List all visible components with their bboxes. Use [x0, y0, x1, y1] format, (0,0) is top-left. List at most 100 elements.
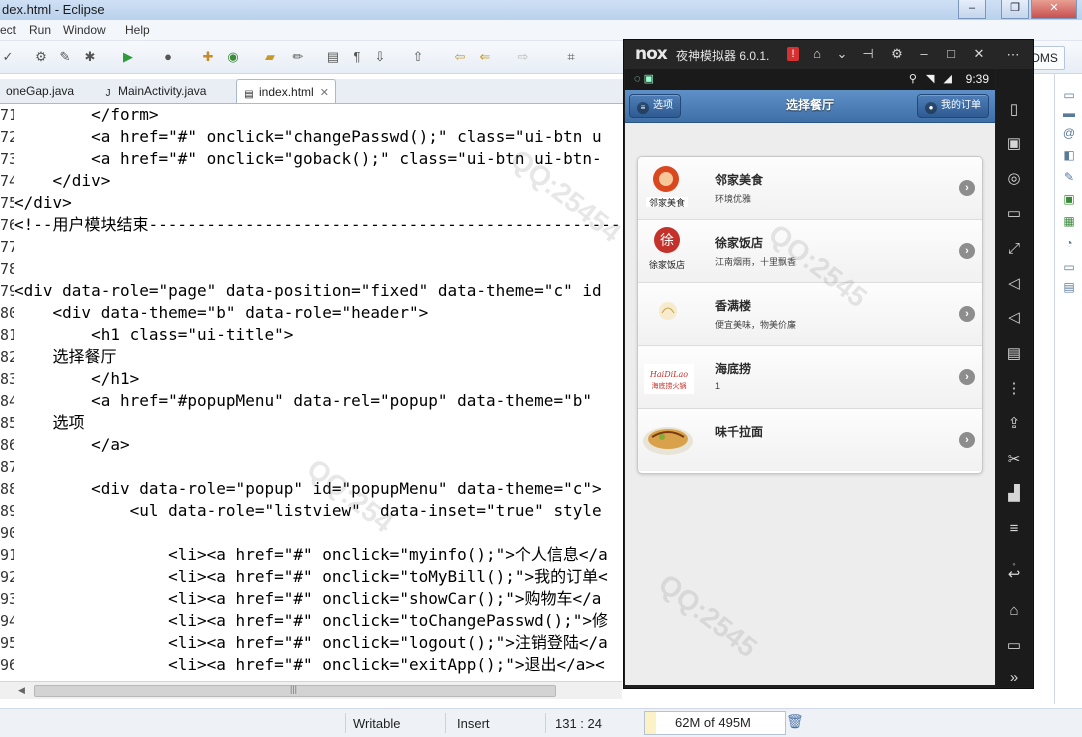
scroll-left-icon[interactable]: ◀ — [18, 685, 25, 696]
garbage-collect-icon[interactable]: 🗑 — [786, 713, 804, 731]
outline-icon[interactable]: ◔ — [1061, 235, 1077, 251]
declaration-icon[interactable]: ✎ — [1061, 169, 1077, 185]
code-text: <li><a href="#" onclick="toChangePasswd(… — [14, 611, 608, 630]
tab-index-html[interactable]: ▤ index.html ✕ — [236, 79, 336, 103]
nox-title: 夜神模拟器 6.0.1. — [676, 49, 770, 63]
code-text: </div> — [14, 193, 72, 212]
close-button[interactable]: ✕ — [1031, 0, 1077, 19]
restaurant-description: 1 — [715, 381, 721, 391]
location-icon[interactable]: ◎ — [1005, 170, 1023, 188]
code-text: <a href="#" onclick="changePasswd();" cl… — [14, 127, 602, 146]
android-screen: ◌ ▣ ⚲ ◥ ◢ 9:39 选择餐厅 ≡ 选项 ● 我的订单 邻家美食 邻家美食 环境… — [625, 69, 995, 685]
menu-project[interactable]: ect — [0, 23, 16, 37]
code-text: <h1 class="ui-title"> — [14, 325, 294, 344]
debug-icon[interactable]: ✱ — [82, 49, 98, 65]
check-icon[interactable]: ✓ — [0, 49, 16, 65]
svg-text:邻家美食: 邻家美食 — [649, 197, 685, 209]
menu-run[interactable]: Run — [29, 23, 51, 37]
gear-icon[interactable]: ⚙ — [888, 45, 906, 63]
horizontal-scrollbar[interactable]: ◀ ||| — [0, 681, 622, 699]
javadoc-icon[interactable]: ◧ — [1061, 147, 1077, 163]
forward-icon[interactable]: ⇨ — [515, 49, 531, 65]
wrench-icon[interactable]: ✎ — [57, 49, 73, 65]
home-icon[interactable]: ⌂ — [1005, 602, 1023, 620]
restaurant-item[interactable]: 徐徐家饭店 徐家饭店 江南烟雨，十里飘香 › — [638, 219, 982, 282]
restaurant-item[interactable]: 味千拉面 › — [638, 408, 982, 471]
volume-down-icon[interactable]: ◁ — [1005, 309, 1023, 327]
restaurant-description: 江南烟雨，十里飘香 — [715, 257, 797, 267]
app-header: 选择餐厅 ≡ 选项 ● 我的订单 — [625, 90, 995, 123]
open-folder-icon[interactable]: ▰ — [262, 49, 278, 65]
progress-icon[interactable]: ▦ — [1061, 213, 1077, 229]
phone-rotate-icon[interactable]: ▯ — [1005, 101, 1023, 119]
prev-annotation-icon[interactable]: ⇧ — [410, 49, 426, 65]
restore-button[interactable]: ❐ — [1001, 0, 1029, 19]
expand-icon[interactable]: » — [1005, 669, 1023, 687]
record-icon[interactable]: ⋮ — [1005, 380, 1023, 398]
pin-icon[interactable]: ⌗ — [563, 49, 579, 65]
restaurant-item[interactable]: 邻家美食 邻家美食 环境优雅 › — [638, 157, 982, 219]
new-class-icon[interactable]: ◉ — [225, 49, 241, 65]
code-text: <li><a href="#" onclick="showCar();">购物车… — [14, 589, 602, 608]
status-separator — [345, 713, 346, 733]
back-icon[interactable]: ↩ — [1005, 566, 1023, 584]
maximize-icon[interactable]: □ — [942, 45, 960, 63]
tasks-icon[interactable]: ▤ — [1061, 279, 1077, 295]
code-text: <li><a href="#" onclick="logout();">注销登陆… — [14, 633, 608, 652]
console-icon[interactable]: ▣ — [1061, 191, 1077, 207]
recent-apps-icon[interactable]: ▭ — [1005, 637, 1023, 655]
minimize-button[interactable]: – — [958, 0, 986, 19]
task-icon[interactable]: ▤ — [325, 49, 341, 65]
code-text: <!--用户模块结束------------------------------… — [14, 215, 621, 234]
options-button[interactable]: ≡ 选项 — [629, 94, 681, 118]
multi-instance-icon[interactable]: ▟ — [1005, 485, 1023, 503]
restore-view-icon[interactable]: ▭ — [1061, 87, 1077, 103]
restaurant-item[interactable]: 香满楼 便宜美味，物美价廉 › — [638, 282, 982, 345]
code-editor[interactable]: 71 </form> 72 <a href="#" onclick="change… — [0, 104, 622, 680]
close-icon[interactable]: ✕ — [970, 45, 988, 63]
line-number: 88 — [0, 480, 14, 498]
next-annotation-icon[interactable]: ⇩ — [372, 49, 388, 65]
more-icon[interactable]: ⋯ — [1004, 46, 1022, 64]
robot-icon[interactable]: ▣ — [1005, 135, 1023, 153]
back-icon[interactable]: ⇦ — [452, 49, 468, 65]
restaurant-item[interactable]: HaiDiLao 海底捞火锅 海底捞 1 › — [638, 345, 982, 408]
screenshot-icon[interactable]: ▤ — [1005, 345, 1023, 363]
back-arrow-icon[interactable]: ⇐ — [477, 49, 493, 65]
fullscreen-icon[interactable]: ⤢ — [1005, 240, 1023, 258]
chevron-down-icon[interactable]: ⌄ — [833, 45, 851, 63]
close-tab-icon[interactable]: ✕ — [320, 87, 329, 99]
minimize-view-icon[interactable]: ▬ — [1061, 105, 1077, 121]
my-orders-button[interactable]: ● 我的订单 — [917, 94, 989, 118]
external-tools-icon[interactable]: ● — [160, 49, 176, 65]
view-menu-icon[interactable]: ▭ — [1061, 259, 1077, 275]
shirt-icon[interactable]: ⌂ — [808, 45, 826, 63]
restaurant-list: 邻家美食 邻家美食 环境优雅 › 徐徐家饭店 徐家饭店 江南烟雨，十里飘香 › 香满楼 便宜美味，… — [637, 156, 983, 474]
line-number: 80 — [0, 304, 14, 322]
menu-icon[interactable]: ≡ — [1005, 520, 1023, 538]
svg-text:HaiDiLao: HaiDiLao — [649, 370, 688, 379]
tab-phonegap[interactable]: oneGap.java — [0, 79, 80, 102]
tab-mainactivity[interactable]: J MainActivity.java — [96, 79, 212, 102]
scissors-icon[interactable]: ✂ — [1005, 451, 1023, 469]
apk-icon[interactable]: ⇪ — [1005, 415, 1023, 433]
run-icon[interactable]: ▶ — [120, 49, 136, 65]
code-text: <a href="#popupMenu" data-rel="popup" da… — [14, 391, 592, 410]
line-number: 87 — [0, 458, 14, 476]
menu-window[interactable]: Window — [63, 23, 106, 37]
volume-up-icon[interactable]: ◁ — [1005, 275, 1023, 293]
pin-icon[interactable]: ⊣ — [859, 45, 877, 63]
android-sdk-icon[interactable]: ⚙ — [33, 49, 49, 65]
keyboard-icon[interactable]: ▭ — [1005, 205, 1023, 223]
signal-icons: ⚲ ◥ ◢ — [908, 73, 955, 85]
alert-icon[interactable]: ! — [787, 47, 799, 61]
nox-sidebar: ▯ ▣ ◎ ▭ ⤢ ◁ ◁ ▤ ⋮ ⇪ ✂ ▟ ≡ ◦ ↩ ⌂ ▭ » — [996, 69, 1032, 687]
status-cursor-position: 131 : 24 — [555, 716, 602, 731]
menu-help[interactable]: Help — [125, 23, 150, 37]
restaurant-thumbnail: 邻家美食 — [640, 161, 696, 215]
pen-icon[interactable]: ✏ — [290, 49, 306, 65]
at-icon[interactable]: @ — [1061, 125, 1077, 141]
minimize-icon[interactable]: – — [915, 45, 933, 63]
new-package-icon[interactable]: ✚ — [200, 49, 216, 65]
paragraph-icon[interactable]: ¶ — [349, 49, 365, 65]
